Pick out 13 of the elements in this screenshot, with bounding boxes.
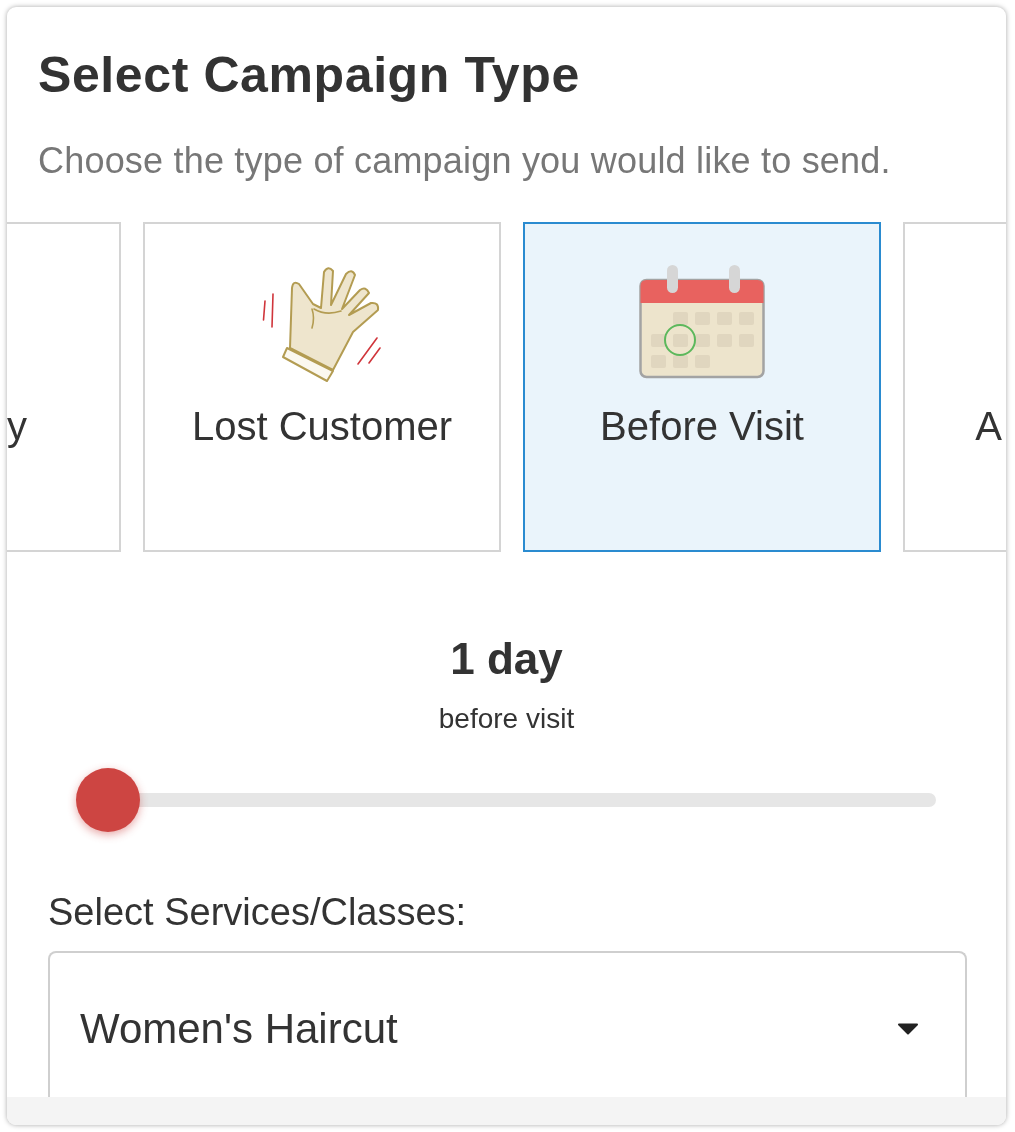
dialog-subtitle: Choose the type of campaign you would like to send. <box>38 139 891 182</box>
services-label: Select Services/Classes: <box>48 890 467 935</box>
calendar-icon <box>639 265 765 379</box>
dialog-title: Select Campaign Type <box>38 46 580 105</box>
caret-icon <box>897 1023 919 1035</box>
campaign-type-card[interactable]: A <box>903 222 1006 552</box>
timing-value: 1 day <box>449 633 564 685</box>
timing-caption: before visit <box>438 702 575 736</box>
campaign-type-card[interactable]: y <box>7 222 121 552</box>
campaign-type-card[interactable]: Before Visit <box>523 222 881 552</box>
campaign-type-card[interactable]: Lost Customer <box>143 222 501 552</box>
slider-thumb[interactable] <box>76 768 140 832</box>
waving-hand-icon <box>262 265 382 383</box>
